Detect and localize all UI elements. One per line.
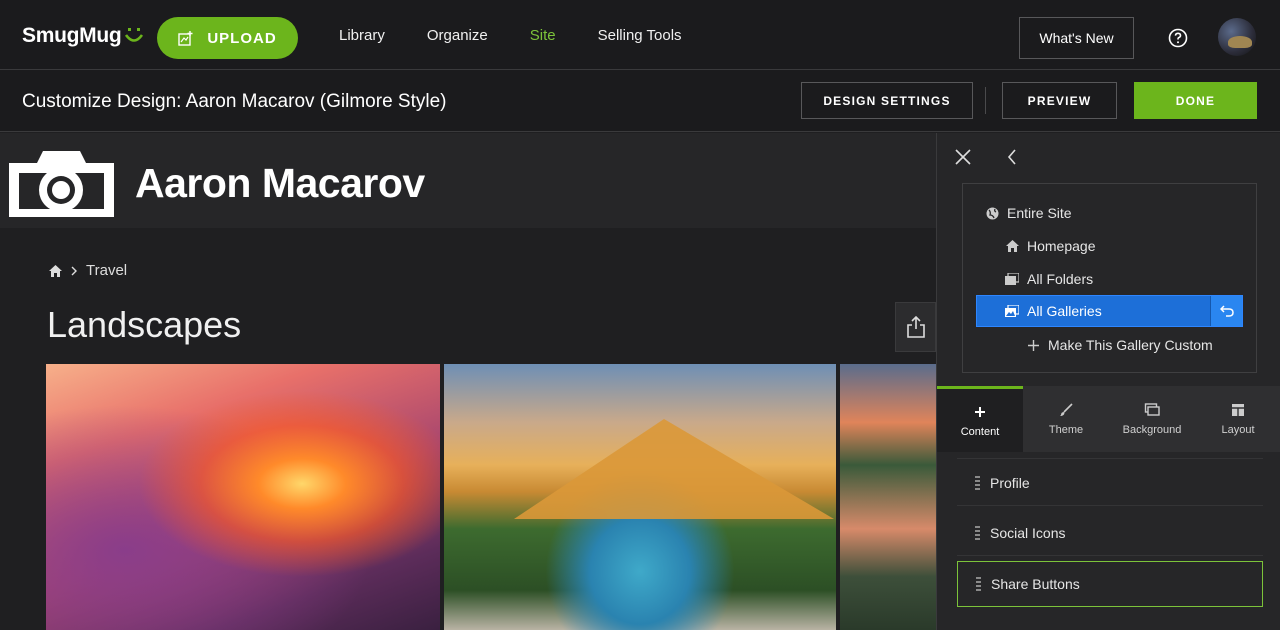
drag-handle-icon[interactable] [975,475,980,490]
plus-icon [1026,338,1040,352]
smile-logo-icon [125,28,144,42]
share-button[interactable] [895,302,936,352]
undo-icon [1219,305,1234,317]
make-gallery-custom[interactable]: Make This Gallery Custom [1026,329,1213,361]
whats-new-button[interactable]: What's New [1019,17,1134,59]
tree-item-entire-site[interactable]: Entire Site [985,197,1072,229]
folders-icon [1005,272,1019,286]
toolbar-divider [985,87,986,114]
globe-icon [985,206,999,220]
chevron-left-icon[interactable] [1005,148,1019,166]
preview-button[interactable]: PREVIEW [1002,82,1117,119]
nav-library[interactable]: Library [339,27,385,44]
content-item-label: Share Buttons [991,576,1080,592]
tab-background[interactable]: Background [1109,386,1195,452]
tab-theme[interactable]: Theme [1023,386,1109,452]
customize-panel: Entire Site Homepage All Folders All Gal… [936,133,1280,630]
main-nav: Library Organize Site Selling Tools [339,0,724,70]
tree-item-all-galleries[interactable]: All Galleries [976,295,1243,327]
layout-icon [1232,404,1244,416]
done-button[interactable]: DONE [1134,82,1257,119]
upload-button[interactable]: UPLOAD [157,17,298,59]
camera-logo-icon [9,151,114,217]
close-icon[interactable] [954,148,972,166]
tree-item-label: Entire Site [1007,205,1072,221]
tab-label: Background [1122,424,1182,436]
content-item-label: Social Icons [990,524,1066,541]
gallery-photo[interactable] [46,364,440,630]
list-divider [957,458,1263,459]
user-avatar[interactable] [1218,18,1256,56]
site-header: Aaron Macarov [0,133,936,228]
upload-label: UPLOAD [207,29,277,47]
tab-content[interactable]: Content [937,386,1023,452]
upload-image-icon [178,30,193,46]
gallery-photo[interactable] [840,364,936,630]
gallery-title: Landscapes [47,304,242,345]
nav-organize[interactable]: Organize [427,27,488,44]
help-circle-icon[interactable] [1168,28,1188,48]
home-icon [1005,239,1019,253]
site-name[interactable]: Aaron Macarov [135,160,425,207]
top-bar: SmugMug UPLOAD Library Organize Site Sel… [0,0,1280,70]
nav-selling-tools[interactable]: Selling Tools [598,27,682,44]
content-item-share-buttons[interactable]: Share Buttons [957,561,1263,607]
chevron-right-icon [71,266,77,275]
plus-icon [975,406,985,417]
drag-handle-icon[interactable] [976,577,981,591]
home-icon[interactable] [49,264,62,277]
tree-item-all-folders[interactable]: All Folders [1005,263,1093,295]
photo-mountain [514,419,834,519]
revert-button[interactable] [1210,296,1242,326]
page-title: Customize Design: Aaron Macarov (Gilmore… [22,91,447,112]
gallery-photo[interactable] [444,364,836,630]
site-preview: Aaron Macarov Travel Landscapes [0,133,936,630]
tab-label: Layout [1221,424,1255,436]
brush-icon [1060,403,1073,416]
page-scope-tree: Entire Site Homepage All Folders All Gal… [962,183,1257,373]
content-item-label: Profile [990,474,1030,491]
tree-item-homepage[interactable]: Homepage [1005,230,1096,262]
panel-tabs: Content Theme Background Layout [937,386,1280,452]
smugmug-logo[interactable]: SmugMug [22,24,144,48]
tree-item-label: All Folders [1027,271,1094,287]
content-item-social-icons[interactable]: Social Icons [957,510,1263,556]
design-settings-button[interactable]: DESIGN SETTINGS [801,82,973,119]
tab-label: Theme [1048,424,1084,436]
monitor-icon [1144,403,1160,416]
breadcrumb: Travel [49,262,127,279]
tab-layout[interactable]: Layout [1195,386,1280,452]
nav-site[interactable]: Site [530,27,556,44]
customize-bar: Customize Design: Aaron Macarov (Gilmore… [0,70,1280,132]
tree-item-label: Homepage [1027,238,1096,254]
drag-handle-icon[interactable] [975,525,980,540]
galleries-icon [1005,304,1019,318]
share-icon [906,316,925,338]
content-item-profile[interactable]: Profile [957,460,1263,506]
breadcrumb-travel[interactable]: Travel [86,262,127,279]
logo-text: SmugMug [22,24,122,47]
make-gallery-custom-label: Make This Gallery Custom [1048,337,1213,353]
tab-label: Content [960,425,1000,438]
tree-item-label: All Galleries [1027,303,1102,319]
